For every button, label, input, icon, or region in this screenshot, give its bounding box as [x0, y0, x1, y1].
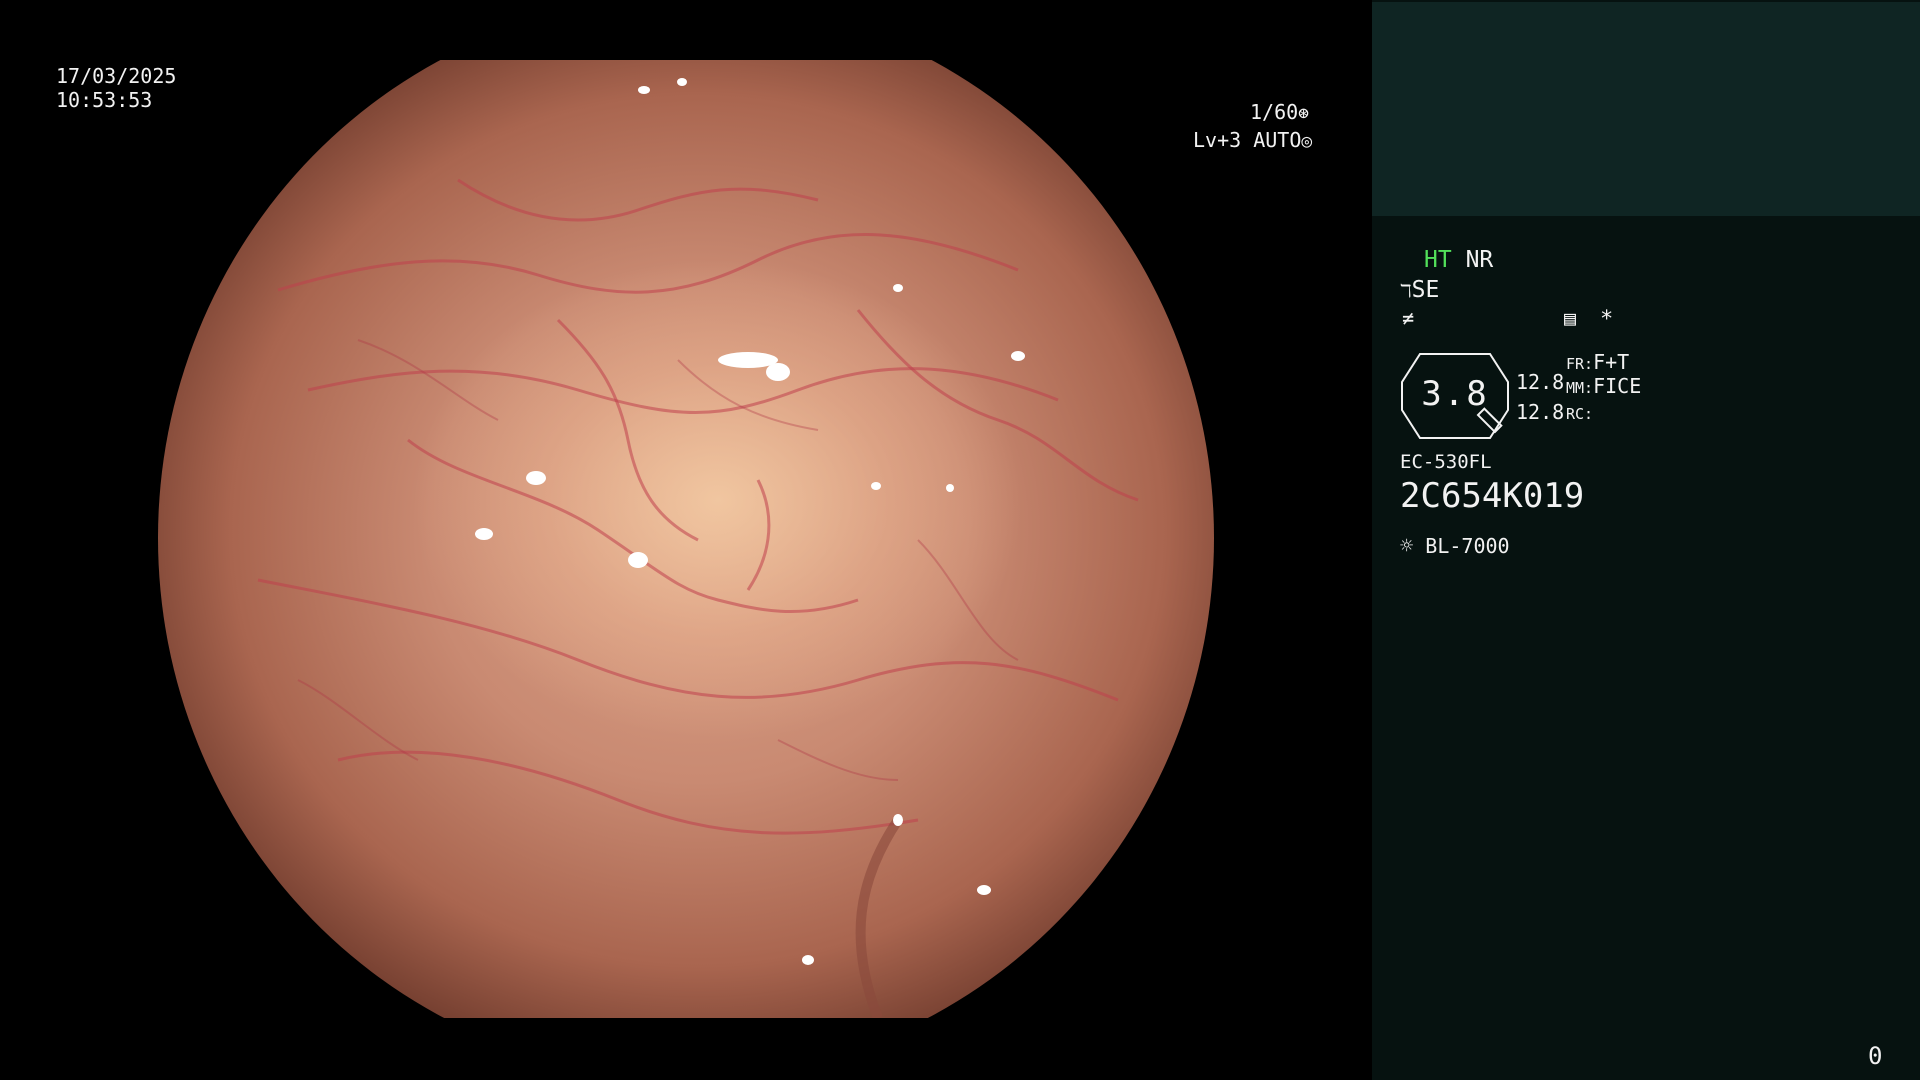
fr-row: FR:F+T [1566, 350, 1629, 376]
time-readout: 10:53:53 [56, 88, 153, 112]
enhance-icon: ℸ [1400, 281, 1412, 302]
scope-model: EC-530FL [1400, 451, 1492, 473]
endoscope-view [0, 0, 1372, 1080]
settings-icon: ▤ [1564, 306, 1577, 330]
value-bottom: 12.8 [1516, 400, 1565, 424]
exposure-readout: Lv+3 AUTO◎ [1193, 128, 1312, 154]
scope-serial: 2C654K019 [1400, 476, 1585, 516]
rc-row: RC: [1566, 400, 1593, 426]
mucosa-image [158, 60, 1214, 1018]
processing-modes: HT NR [1424, 246, 1493, 274]
light-source-row: ☼ BL-7000 [1400, 534, 1510, 559]
fr-label: FR: [1566, 355, 1594, 373]
shutter-value: 1/60 [1250, 100, 1299, 124]
date-readout: 17/03/2025 [56, 64, 177, 88]
star-indicator: * [1600, 307, 1614, 332]
light-source: BL-7000 [1425, 534, 1510, 558]
frame-counter: 0 [1868, 1042, 1883, 1070]
info-panel-header [1372, 2, 1920, 216]
nr-indicator: NR [1465, 247, 1494, 273]
mm-row: MM:FICE [1566, 374, 1641, 400]
iris-icon: ◎ [1301, 131, 1313, 152]
not-equal-icon: ≠ [1402, 306, 1415, 330]
shutter-readout: 1/60⊛ [1250, 100, 1309, 126]
value-top: 12.8 [1516, 370, 1565, 394]
fr-value: F+T [1593, 350, 1630, 374]
vessel-pattern [257, 78, 1139, 1018]
aperture-icon: ⊛ [1298, 103, 1310, 124]
iris-mode: AUTO [1253, 128, 1302, 152]
se-indicator: SE [1411, 277, 1440, 303]
ht-indicator: HT [1424, 247, 1452, 273]
rc-label: RC: [1566, 405, 1594, 423]
zoom-value: 3.8 [1421, 374, 1489, 414]
exposure-level: Lv+3 [1193, 128, 1242, 152]
mm-value: FICE [1593, 374, 1642, 398]
mm-label: MM: [1566, 379, 1594, 397]
se-row: ℸSE [1400, 276, 1439, 306]
lamp-icon: ☼ [1400, 534, 1414, 559]
